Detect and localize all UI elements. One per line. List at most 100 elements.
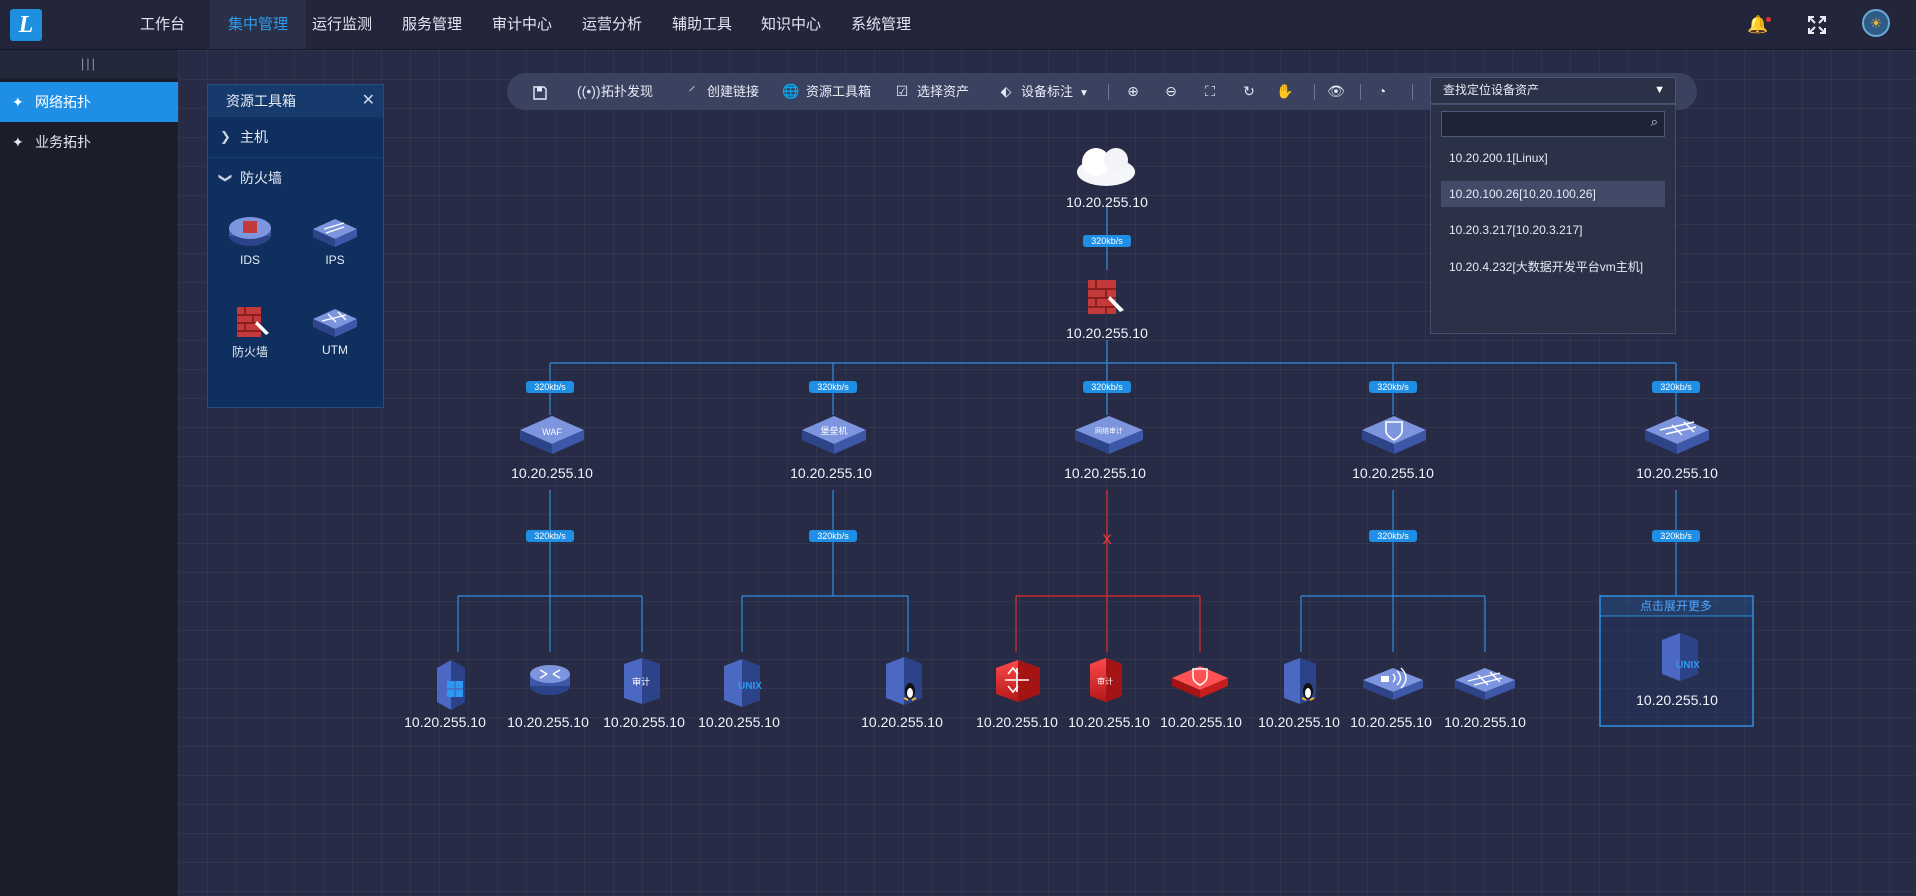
create-link-button[interactable]: ⸍ 创建链接: [683, 73, 760, 110]
node-router[interactable]: 10.20.255.10: [507, 665, 589, 730]
node-firewall[interactable]: 10.20.255.10: [1066, 280, 1148, 341]
toolbox-category-firewall[interactable]: ❯ 防火墙: [208, 158, 383, 198]
resource-toolbox-button[interactable]: 🌐 资源工具箱: [782, 73, 871, 110]
find-asset-placeholder: 查找定位设备资产: [1443, 83, 1540, 97]
toolbox-category-host[interactable]: ❯ 主机: [208, 117, 383, 158]
node-ip-label: 10.20.255.10: [1064, 465, 1146, 481]
toolbox-item-label: UTM: [322, 343, 348, 357]
toolbox-item-firewall[interactable]: 防火墙: [220, 303, 280, 360]
svg-text:320kb/s: 320kb/s: [534, 382, 566, 392]
search-icon: ⌕: [1650, 114, 1658, 129]
node-waf[interactable]: WAF 10.20.255.10: [511, 416, 593, 481]
node-alarm-audit[interactable]: 审计 10.20.255.10: [1068, 658, 1150, 730]
view-button[interactable]: 👁: [1327, 73, 1345, 110]
node-unix-server[interactable]: UNIX 10.20.255.10: [698, 659, 780, 730]
windows-server-icon: [437, 660, 465, 710]
toolbox-item-label: 防火墙: [231, 345, 268, 359]
refresh-button[interactable]: ↻: [1240, 73, 1258, 110]
collapsed-group[interactable]: 点击展开更多 UNIX 10.20.255.10: [1599, 595, 1754, 727]
zoom-out-button[interactable]: ⊖: [1162, 73, 1180, 110]
node-ip-label: 10.20.255.10: [861, 714, 943, 730]
node-shield[interactable]: 10.20.255.10: [1352, 416, 1434, 481]
svg-text:UNIX: UNIX: [1676, 660, 1700, 671]
svg-text:320kb/s: 320kb/s: [1660, 531, 1692, 541]
node-linux-server[interactable]: 10.20.255.10: [1258, 658, 1340, 730]
node-alarm-shield[interactable]: 10.20.255.10: [1160, 666, 1242, 730]
dropdown-option[interactable]: 10.20.100.26[10.20.100.26]: [1441, 181, 1665, 207]
toolbox-item-label: IDS: [239, 253, 260, 267]
caret-down-icon: ▼: [1079, 88, 1089, 99]
pan-button[interactable]: ✋: [1276, 73, 1294, 110]
svg-text:320kb/s: 320kb/s: [1660, 382, 1692, 392]
select-asset-button[interactable]: ☑ 选择资产: [893, 73, 969, 110]
node-ip-label: 10.20.255.10: [1066, 194, 1148, 210]
node-ip-label: 10.20.255.10: [1350, 714, 1432, 730]
network-audit-icon: 网络审计: [1075, 416, 1143, 454]
node-audit-server[interactable]: 审计 10.20.255.10: [603, 658, 685, 730]
ids-icon: [229, 217, 271, 246]
node-utm[interactable]: 10.20.255.10: [1636, 416, 1718, 481]
bandwidth-badge: 320kb/s: [1083, 235, 1131, 247]
node-utm-leaf[interactable]: 10.20.255.10: [1444, 668, 1526, 730]
toolbox-header: 资源工具箱 ✕: [208, 85, 383, 117]
expand-more-link[interactable]: 点击展开更多: [1640, 599, 1712, 613]
device-label-button[interactable]: ⬖ 设备标注 ▼: [997, 73, 1089, 110]
dropdown-option[interactable]: 10.20.200.1[Linux]: [1441, 145, 1665, 171]
svg-text:320kb/s: 320kb/s: [817, 382, 849, 392]
node-ip-label: 10.20.255.10: [507, 714, 589, 730]
node-bastion[interactable]: 堡垒机 10.20.255.10: [790, 416, 872, 481]
resource-toolbox-panel: 资源工具箱 ✕ ❯ 主机 ❯ 防火墙 IDS IPS 防火墙 UTM: [207, 84, 384, 408]
save-button[interactable]: [533, 73, 547, 110]
dropdown-option[interactable]: 10.20.3.217[10.20.3.217]: [1441, 217, 1665, 243]
find-asset-select[interactable]: 查找定位设备资产 ▼: [1430, 77, 1676, 104]
unix-server-icon: UNIX: [724, 659, 762, 707]
toolbox-item-ips[interactable]: IPS: [305, 213, 365, 267]
node-ip-label: 10.20.255.10: [790, 465, 872, 481]
toolbar-divider: [1412, 84, 1413, 100]
fit-view-button[interactable]: ⛶: [1201, 73, 1219, 110]
svg-text:320kb/s: 320kb/s: [817, 531, 849, 541]
node-wireless-ap[interactable]: 10.20.255.10: [1350, 667, 1432, 730]
find-asset-dropdown: ⌕ 10.20.200.1[Linux] 10.20.100.26[10.20.…: [1430, 104, 1676, 334]
bandwidth-badge: 320kb/s: [1652, 530, 1700, 542]
tag-icon: ⬖: [1000, 83, 1012, 99]
fit-view-icon: ⛶: [1205, 83, 1215, 99]
svg-text:320kb/s: 320kb/s: [1091, 236, 1123, 246]
node-ip-label: 10.20.255.10: [976, 714, 1058, 730]
svg-text:320kb/s: 320kb/s: [1377, 531, 1409, 541]
category-label: 防火墙: [240, 170, 282, 186]
unix-server-icon: UNIX: [1662, 633, 1700, 681]
stats-button[interactable]: ◔: [1373, 73, 1391, 110]
linux-server-icon: [886, 657, 922, 705]
broken-links: [1015, 490, 1201, 652]
bandwidth-badge: 320kb/s: [809, 530, 857, 542]
bandwidth-badge: 320kb/s: [809, 381, 857, 393]
node-alarm-switch[interactable]: 10.20.255.10: [976, 660, 1058, 730]
node-network-audit[interactable]: 网络审计 10.20.255.10: [1064, 416, 1146, 481]
dropdown-option[interactable]: 10.20.4.232[大数据开发平台vm主机]: [1441, 254, 1665, 280]
bandwidth-badge: 320kb/s: [526, 530, 574, 542]
node-ip-label: 10.20.255.10: [1444, 714, 1526, 730]
node-ip-label: 10.20.255.10: [1352, 465, 1434, 481]
toolbox-item-utm[interactable]: UTM: [305, 303, 365, 357]
zoom-in-icon: ⊕: [1127, 83, 1139, 99]
firewall-icon: [1088, 280, 1124, 314]
node-ip-label: 10.20.255.10: [404, 714, 486, 730]
save-icon: [533, 85, 547, 100]
svg-text:320kb/s: 320kb/s: [534, 531, 566, 541]
node-cloud[interactable]: 10.20.255.10: [1066, 148, 1148, 210]
node-linux-server[interactable]: 10.20.255.10: [861, 657, 943, 730]
node-windows-server[interactable]: 10.20.255.10: [404, 660, 486, 730]
toolbar-divider: [1108, 84, 1109, 100]
alarm-audit-icon: 审计: [1090, 658, 1122, 702]
close-icon[interactable]: ✕: [362, 85, 375, 117]
category-label: 主机: [240, 129, 268, 145]
globe-icon: 🌐: [782, 83, 800, 99]
toolbox-item-ids[interactable]: IDS: [220, 213, 280, 267]
zoom-out-icon: ⊖: [1165, 83, 1177, 99]
broadcast-icon: ((•)): [577, 83, 601, 99]
svg-text:WAF: WAF: [542, 427, 562, 437]
topology-discover-button[interactable]: ((•))拓扑发现: [577, 73, 653, 110]
dropdown-search-input[interactable]: ⌕: [1441, 111, 1665, 137]
zoom-in-button[interactable]: ⊕: [1124, 73, 1142, 110]
